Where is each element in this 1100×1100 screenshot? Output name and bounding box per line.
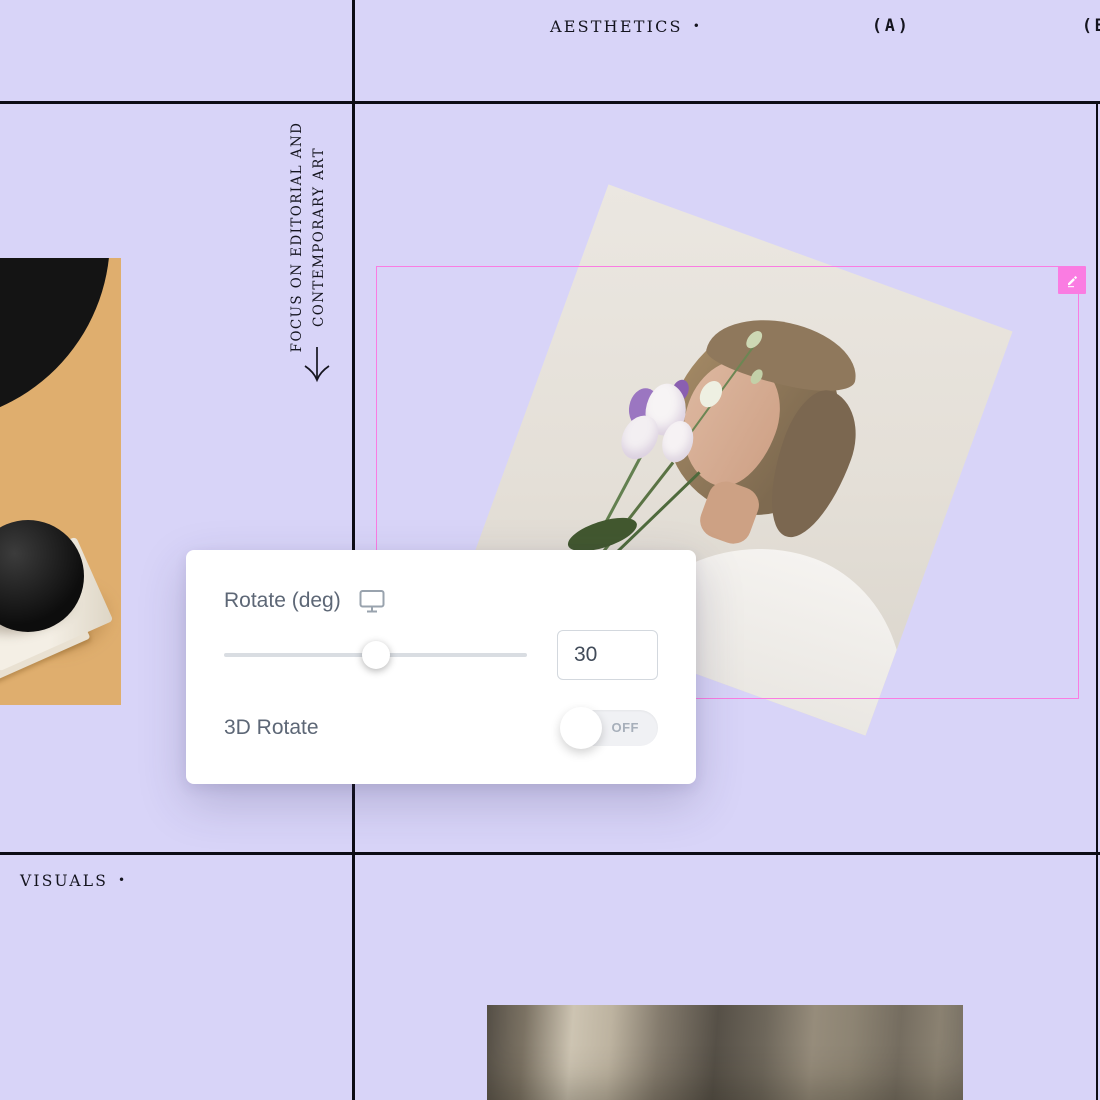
draped-fabric-photo[interactable]: [487, 1005, 963, 1100]
visuals-text: VISUALS: [20, 872, 108, 890]
toggle-knob[interactable]: [560, 707, 602, 749]
rotate-slider[interactable]: [224, 641, 527, 669]
down-arrow-icon: [302, 346, 332, 384]
visuals-bullet: •: [118, 873, 125, 887]
black-blob-shape: [0, 258, 110, 423]
edit-image-button[interactable]: [1058, 266, 1086, 294]
grid-horizontal-line-top: [0, 101, 1100, 104]
brand-text: AESTHETICS: [550, 17, 683, 36]
grid-vertical-line-right: [1096, 103, 1098, 1100]
3d-rotate-row: 3D Rotate OFF: [224, 710, 658, 746]
rotate-settings-panel: Rotate (deg) 3D Rotate OFF: [186, 550, 696, 784]
pencil-edit-icon: [1065, 273, 1080, 288]
editor-canvas: AESTHETICS • (A) (B FOCUS ON EDITORIAL AN…: [0, 0, 1100, 1100]
vertical-annotation-text[interactable]: FOCUS ON EDITORIAL AND CONTEMPORARY ART: [287, 119, 333, 355]
brand-bullet: •: [693, 19, 700, 33]
toggle-off-text: OFF: [612, 720, 640, 735]
annotation-line1: FOCUS ON EDITORIAL AND: [289, 122, 305, 353]
rotate-slider-row: [224, 630, 658, 680]
brand-label[interactable]: AESTHETICS •: [550, 17, 700, 36]
visuals-section-label[interactable]: VISUALS •: [20, 872, 125, 890]
panel-title-row: Rotate (deg): [224, 588, 658, 614]
left-artwork-image[interactable]: [0, 258, 121, 705]
3d-rotate-label: 3D Rotate: [224, 716, 319, 740]
3d-rotate-toggle[interactable]: OFF: [562, 710, 658, 746]
column-marker-a[interactable]: (A): [872, 16, 911, 35]
rotate-panel-title: Rotate (deg): [224, 589, 341, 613]
column-marker-b[interactable]: (B: [1082, 16, 1100, 35]
desktop-monitor-icon[interactable]: [359, 589, 385, 613]
rotate-value-input[interactable]: [557, 630, 658, 680]
grid-horizontal-line-bottom: [0, 852, 1100, 855]
annotation-line2: CONTEMPORARY ART: [311, 147, 327, 327]
rotate-slider-handle[interactable]: [362, 641, 390, 669]
